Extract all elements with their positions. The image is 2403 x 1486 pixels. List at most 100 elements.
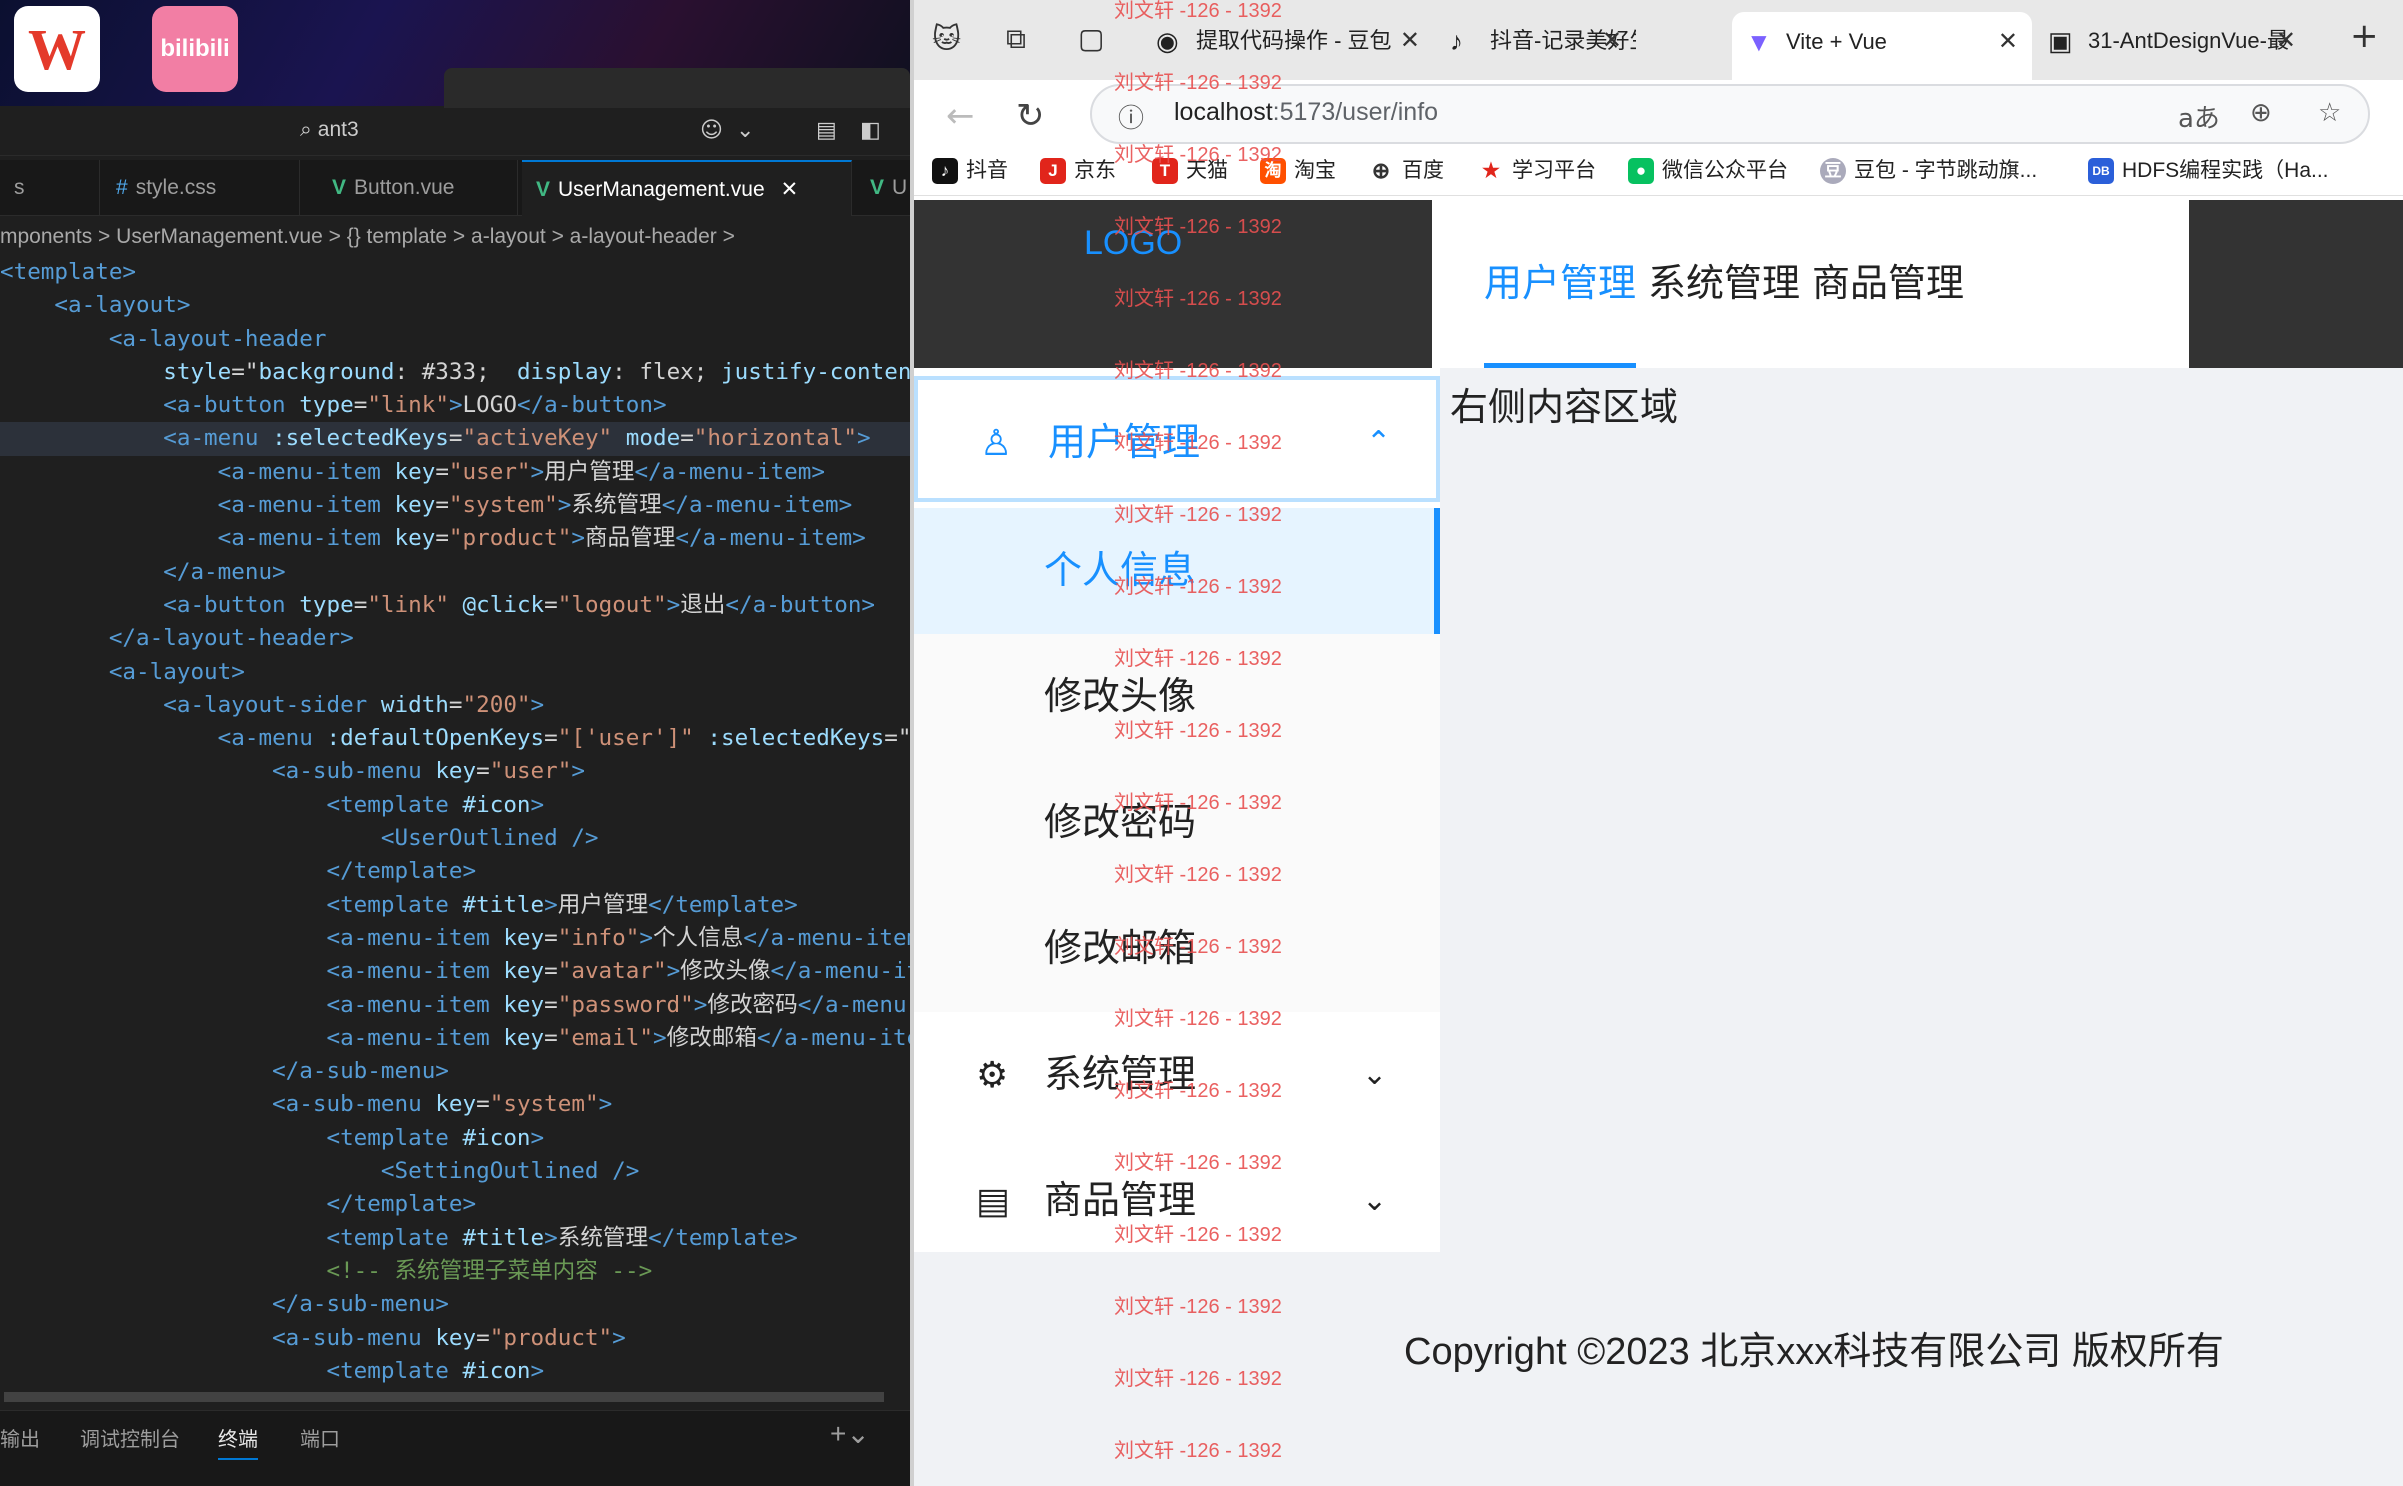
code-line[interactable]: <a-menu-item key="user">用户管理</a-menu-ite… xyxy=(0,456,910,489)
back-icon[interactable]: ← xyxy=(946,96,975,136)
panel-tab-terminal[interactable]: 终端 xyxy=(218,1423,258,1460)
panel-tab-output[interactable]: 输出 xyxy=(0,1423,40,1452)
bookmark-hdfs[interactable]: DB HDFS编程实践（Ha... xyxy=(2088,154,2329,185)
code-line[interactable]: <a-menu :defaultOpenKeys="['user']" :sel… xyxy=(0,722,910,755)
code-line[interactable]: <a-sub-menu key="user"> xyxy=(0,755,910,788)
bookmark-label: 学习平台 xyxy=(1512,159,1596,182)
favorite-star-icon[interactable]: ☆ xyxy=(2318,98,2341,128)
watermark-text: 刘文轩 -126 - 1392 xyxy=(1114,576,1282,598)
code-line[interactable]: <a-menu-item key="email">修改邮箱</a-menu-it… xyxy=(0,1022,910,1055)
bookmark-baidu[interactable]: ⊕ 百度 xyxy=(1368,154,1444,184)
breadcrumb[interactable]: mponents > UserManagement.vue > {} templ… xyxy=(0,220,910,254)
close-icon[interactable]: ✕ xyxy=(781,178,799,201)
workspaces-icon[interactable]: ⧉ xyxy=(1006,22,1026,56)
wps-office-icon[interactable]: W xyxy=(14,6,100,92)
code-line[interactable]: <a-layout-header xyxy=(0,323,910,356)
code-line[interactable]: <template #icon> xyxy=(0,789,910,822)
code-line[interactable]: <UserOutlined /> xyxy=(0,822,910,855)
tab-next[interactable]: VU xyxy=(856,160,910,216)
copilot-icon[interactable]: ☺ xyxy=(700,118,723,143)
lab-icon: DB xyxy=(2088,158,2114,185)
bookmark-label: 抖音 xyxy=(966,159,1008,182)
top-menu-product[interactable]: 商品管理 xyxy=(1812,200,1964,368)
code-line[interactable]: <a-layout-sider width="200"> xyxy=(0,689,910,722)
code-line[interactable]: <a-sub-menu key="product"> xyxy=(0,1322,910,1355)
tab-style-css[interactable]: # style.css xyxy=(102,160,300,216)
bookmark-doubao[interactable]: 豆豆包 - 字节跳动旗... xyxy=(1820,154,2037,185)
code-line[interactable]: <a-layout> xyxy=(0,289,910,322)
watermark-text: 刘文轩 -126 - 1392 xyxy=(1114,216,1282,238)
code-line[interactable]: <a-menu-item key="avatar">修改头像</a-menu-i… xyxy=(0,955,910,988)
code-line[interactable]: <a-button type="link" @click="logout">退出… xyxy=(0,589,910,622)
horizontal-scrollbar[interactable] xyxy=(0,1388,910,1406)
code-line[interactable]: </template> xyxy=(0,1188,910,1221)
bilibili-icon[interactable]: bilibili xyxy=(152,6,238,92)
zoom-icon[interactable]: ⊕ xyxy=(2250,98,2272,128)
code-line[interactable]: <template #title>用户管理</template> xyxy=(0,889,910,922)
panel-tab-ports[interactable]: 端口 xyxy=(300,1423,340,1452)
reload-icon[interactable]: ↻ xyxy=(1016,96,1045,136)
code-line[interactable]: <a-layout> xyxy=(0,656,910,689)
bookmark-jd[interactable]: J 京东 xyxy=(1040,154,1116,185)
user-icon: ♙ xyxy=(980,422,1013,463)
top-menu-user[interactable]: 用户管理 xyxy=(1484,200,1637,368)
code-line[interactable]: <!-- 系统管理子菜单内容 --> xyxy=(0,1255,910,1288)
code-line[interactable]: <a-sub-menu key="system"> xyxy=(0,1088,910,1121)
code-line[interactable]: </a-sub-menu> xyxy=(0,1288,910,1321)
code-line[interactable]: <a-menu-item key="product">商品管理</a-menu-… xyxy=(0,522,910,555)
url-host: localhost xyxy=(1174,98,1273,126)
code-line[interactable]: <a-menu-item key="system">系统管理</a-menu-i… xyxy=(0,489,910,522)
desktop-background: W bilibili xyxy=(0,0,910,108)
url-field[interactable]: ⓘ localhost:5173/user/info aあ ⊕ ☆ xyxy=(1090,84,2370,144)
code-line[interactable]: </a-menu> xyxy=(0,556,910,589)
tab-actions-icon[interactable]: ▢ xyxy=(1078,22,1104,55)
code-line[interactable]: </a-layout-header> xyxy=(0,622,910,655)
code-line[interactable]: <template> xyxy=(0,256,910,289)
browser-tab-douyin[interactable]: ♪抖音-记录美好生活✕ xyxy=(1436,14,1636,68)
code-line[interactable]: <template #icon> xyxy=(0,1122,910,1155)
code-line[interactable]: <template #title>系统管理</template> xyxy=(0,1222,910,1255)
toggle-sidebar-icon[interactable]: ◧ xyxy=(860,118,881,143)
watermark-text: 刘文轩 -126 - 1392 xyxy=(1114,432,1282,454)
tab-label: U xyxy=(892,176,908,199)
chevron-down-icon[interactable]: ⌄ xyxy=(736,118,754,143)
close-icon[interactable]: ✕ xyxy=(1998,12,2018,72)
bookmark-douyin[interactable]: ♪ 抖音 xyxy=(932,154,1008,185)
close-icon[interactable]: ✕ xyxy=(1400,14,1420,68)
tab-usermanagement-vue[interactable]: V UserManagement.vue ✕ xyxy=(522,160,852,216)
browser-tab-antdesign[interactable]: ▣ 31-AntDesignVue-最 ✕ xyxy=(2034,14,2310,68)
browser-tab-vite[interactable]: ▼ Vite + Vue ✕ xyxy=(1732,12,2032,80)
command-search[interactable]: ⌕ ant3 xyxy=(300,118,680,148)
bookmark-wechat[interactable]: ● 微信公众平台 xyxy=(1628,154,1788,185)
code-line[interactable]: <a-menu-item key="password">修改密码</a-menu… xyxy=(0,989,910,1022)
profile-avatar[interactable]: 🐱 xyxy=(932,22,961,55)
close-icon[interactable]: ✕ xyxy=(1602,14,1622,68)
panel-tab-debug-console[interactable]: 调试控制台 xyxy=(80,1423,180,1452)
read-aloud-icon[interactable]: aあ xyxy=(2178,98,2220,135)
code-line[interactable]: <a-menu-item key="info">个人信息</a-menu-ite… xyxy=(0,922,910,955)
layout-icon[interactable]: ▤ xyxy=(816,118,837,143)
code-line[interactable]: style="background: #333; display: flex; … xyxy=(0,356,910,389)
code-line[interactable]: <template #icon> xyxy=(0,1355,910,1386)
new-tab-icon[interactable]: + xyxy=(2350,16,2379,56)
site-info-icon[interactable]: ⓘ xyxy=(1118,98,1144,135)
watermark-text: 刘文轩 -126 - 1392 xyxy=(1114,504,1282,526)
code-line[interactable]: </template> xyxy=(0,855,910,888)
watermark-text: 刘文轩 -126 - 1392 xyxy=(1114,864,1282,886)
bookmark-label: 百度 xyxy=(1402,159,1444,182)
code-line[interactable]: <SettingOutlined /> xyxy=(0,1155,910,1188)
tab-button-vue[interactable]: V Button.vue xyxy=(318,160,518,216)
browser-window: 🐱 ⧉ ▢ ◉提取代码操作 - 豆包✕ ♪抖音-记录美好生活✕ ▼Vite + … xyxy=(910,0,2403,1486)
bookmark-label: 淘宝 xyxy=(1294,159,1336,182)
code-line[interactable]: <a-menu :selectedKeys="activeKey" mode="… xyxy=(0,422,910,456)
close-icon[interactable]: ✕ xyxy=(2276,14,2296,68)
add-terminal-icon[interactable]: +⌄ xyxy=(830,1417,870,1450)
chevron-down-icon: ⌄ xyxy=(1362,1058,1388,1091)
code-line[interactable]: </a-sub-menu> xyxy=(0,1055,910,1088)
bookmark-study[interactable]: ★ 学习平台 xyxy=(1478,154,1596,184)
tab-prev[interactable]: s xyxy=(0,160,100,216)
watermark-text: 刘文轩 -126 - 1392 xyxy=(1114,1224,1282,1246)
code-editor[interactable]: <template> <a-layout> <a-layout-header s… xyxy=(0,256,910,1386)
top-menu-system[interactable]: 系统管理 xyxy=(1648,200,1800,368)
code-line[interactable]: <a-button type="link">LOGO</a-button> xyxy=(0,389,910,422)
